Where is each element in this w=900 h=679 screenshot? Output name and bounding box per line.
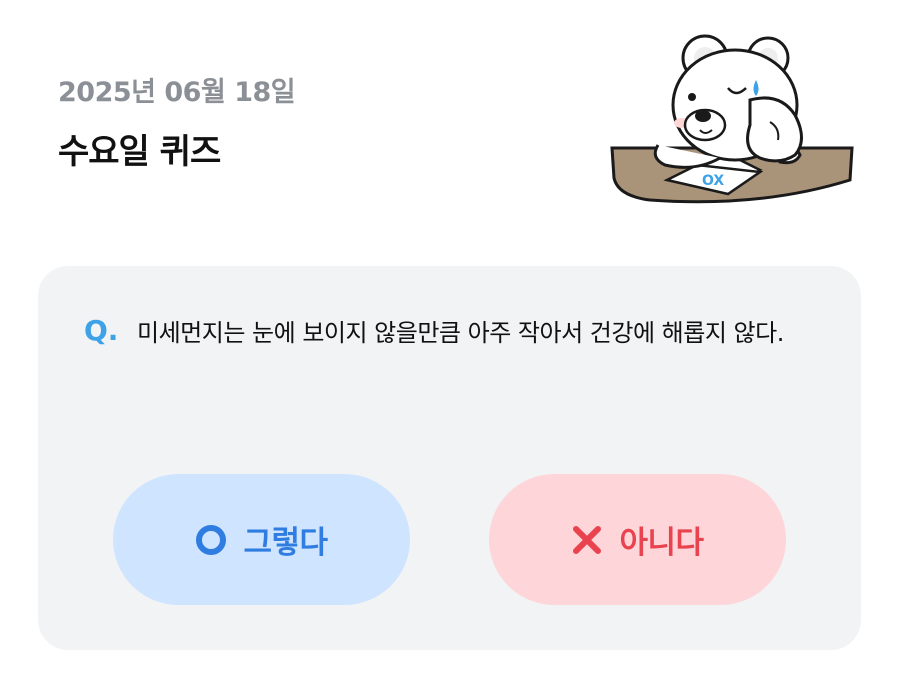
answer-no-label: 아니다 xyxy=(619,525,704,561)
page-title: 수요일 퀴즈 xyxy=(58,132,221,172)
question-text: 미세먼지는 눈에 보이지 않을만큼 아주 작아서 건강에 해롭지 않다. xyxy=(137,319,784,347)
x-icon xyxy=(573,525,602,554)
circle-o-icon xyxy=(196,524,227,555)
question-prefix: Q. xyxy=(84,314,119,347)
answer-yes-button[interactable]: 그렇다 xyxy=(113,474,410,605)
bear-mascot-illustration: OX xyxy=(610,34,854,204)
ox-paper-text: OX xyxy=(702,173,724,189)
answer-yes-label: 그렇다 xyxy=(243,525,328,561)
answer-no-button[interactable]: 아니다 xyxy=(489,474,786,605)
date-label: 2025년 06월 18일 xyxy=(58,77,296,108)
